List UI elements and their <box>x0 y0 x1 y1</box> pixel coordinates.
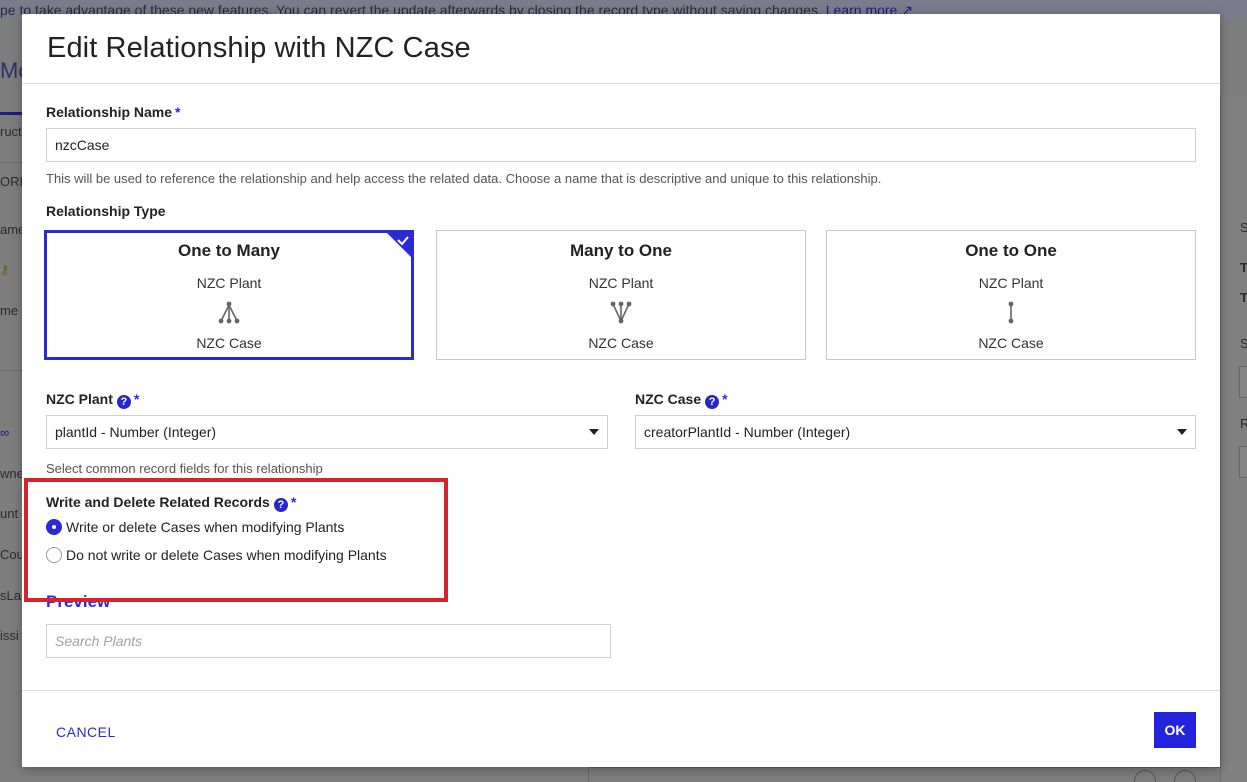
relationship-type-many-to-one[interactable]: Many to One NZC Plant NZC Case <box>436 230 806 360</box>
radio-label: Write or delete Cases when modifying Pla… <box>66 519 345 535</box>
link-icon: ∞ <box>0 425 10 440</box>
nzc-plant-label-text: NZC Plant <box>46 391 113 407</box>
write-delete-option-write[interactable]: Write or delete Cases when modifying Pla… <box>46 519 344 535</box>
type-card-target: NZC Case <box>196 335 262 351</box>
bg-fragment: wne <box>0 466 24 481</box>
bg-fragment: unt <box>0 506 19 521</box>
radio-label: Do not write or delete Cases when modify… <box>66 547 387 563</box>
bg-fragment: R <box>1240 416 1247 431</box>
required-marker: * <box>133 391 140 407</box>
background-left-edge: Mo ruct ORI ame ⚷ me ∞ wne unt Cou sLa i… <box>0 20 31 782</box>
ok-button[interactable]: OK <box>1154 712 1196 748</box>
radio-selected[interactable] <box>46 519 62 535</box>
bg-fragment: Cou <box>0 547 24 562</box>
bg-divider <box>0 162 22 163</box>
relationship-type-one-to-one[interactable]: One to One NZC Plant NZC Case <box>826 230 1196 360</box>
nzc-plant-field-select[interactable]: plantId - Number (Integer) <box>46 415 608 449</box>
relationship-name-label: Relationship Name * <box>46 104 180 120</box>
relationship-type-label: Relationship Type <box>46 203 166 219</box>
radio-unselected[interactable] <box>46 547 62 563</box>
search-plants-input[interactable] <box>46 624 611 658</box>
bg-fragment: sLa <box>0 588 21 603</box>
help-icon[interactable]: ? <box>705 395 720 409</box>
required-marker: * <box>175 104 181 120</box>
type-card-target: NZC Case <box>588 335 654 351</box>
background-right-edge: S T T S R <box>1220 20 1247 782</box>
chevron-down-icon <box>589 429 599 435</box>
nzc-case-field-label: NZC Case? * <box>635 391 728 409</box>
preview-heading: Preview <box>46 592 111 611</box>
nzc-case-label-text: NZC Case <box>635 391 702 407</box>
type-card-source: NZC Plant <box>588 275 654 291</box>
type-card-source: NZC Plant <box>196 275 262 291</box>
chevron-down-icon <box>1177 429 1187 435</box>
bg-panel-edge <box>588 767 1220 782</box>
type-card-source: NZC Plant <box>978 275 1044 291</box>
help-icon[interactable]: ? <box>273 498 288 512</box>
bg-divider <box>0 370 22 371</box>
selected-check-icon <box>386 232 412 258</box>
key-icon: ⚷ <box>0 262 10 277</box>
type-card-title: Many to One <box>569 241 672 260</box>
one-to-one-icon <box>1008 301 1014 324</box>
bg-fragment: me <box>0 303 19 318</box>
bg-fragment: ruct <box>0 124 22 139</box>
dialog-footer: CANCEL OK <box>22 690 1220 767</box>
dialog-title: Edit Relationship with NZC Case <box>47 32 471 64</box>
bg-fragment: S <box>1240 336 1247 351</box>
nzc-case-field-value: creatorPlantId - Number (Integer) <box>644 424 851 440</box>
type-card-target: NZC Case <box>978 335 1044 351</box>
nzc-plant-field-label: NZC Plant? * <box>46 391 139 409</box>
required-marker: * <box>722 391 728 407</box>
required-marker: * <box>290 494 297 510</box>
bg-fragment: ORI <box>0 174 24 189</box>
help-icon[interactable]: ? <box>116 395 131 409</box>
background-bottom-edge <box>22 767 1220 782</box>
relationship-name-input[interactable] <box>46 128 1196 162</box>
type-card-title: One to Many <box>177 241 280 260</box>
bg-fragment: T <box>1240 260 1247 275</box>
bg-field <box>1239 366 1247 398</box>
relationship-type-one-to-many[interactable]: One to Many NZC Plant NZC Case <box>44 230 414 360</box>
relationship-name-label-text: Relationship Name <box>46 104 173 120</box>
field-mapping-hint: Select common record fields for this rel… <box>46 461 323 476</box>
nzc-case-field-select[interactable]: creatorPlantId - Number (Integer) <box>635 415 1196 449</box>
cancel-button[interactable]: CANCEL <box>46 719 126 745</box>
bg-fragment: S <box>1240 220 1247 235</box>
bg-side-panel <box>1220 96 1247 782</box>
one-to-many-icon <box>218 301 240 324</box>
bg-field <box>1239 446 1247 478</box>
write-delete-option-no-write[interactable]: Do not write or delete Cases when modify… <box>46 547 387 563</box>
write-delete-label-text: Write and Delete Related Records <box>46 494 270 510</box>
bg-tab-indicator <box>0 112 22 115</box>
many-to-one-icon <box>610 301 632 324</box>
bg-fragment: issi <box>0 628 19 643</box>
dialog-header: Edit Relationship with NZC Case <box>22 14 1220 84</box>
nzc-plant-field-value: plantId - Number (Integer) <box>55 424 217 440</box>
bg-fragment: T <box>1240 290 1247 305</box>
edit-relationship-dialog: Edit Relationship with NZC Case Relation… <box>22 14 1220 767</box>
write-delete-label: Write and Delete Related Records? * <box>46 494 296 512</box>
type-card-title: One to One <box>965 241 1057 260</box>
relationship-name-hint: This will be used to reference the relat… <box>46 171 882 186</box>
